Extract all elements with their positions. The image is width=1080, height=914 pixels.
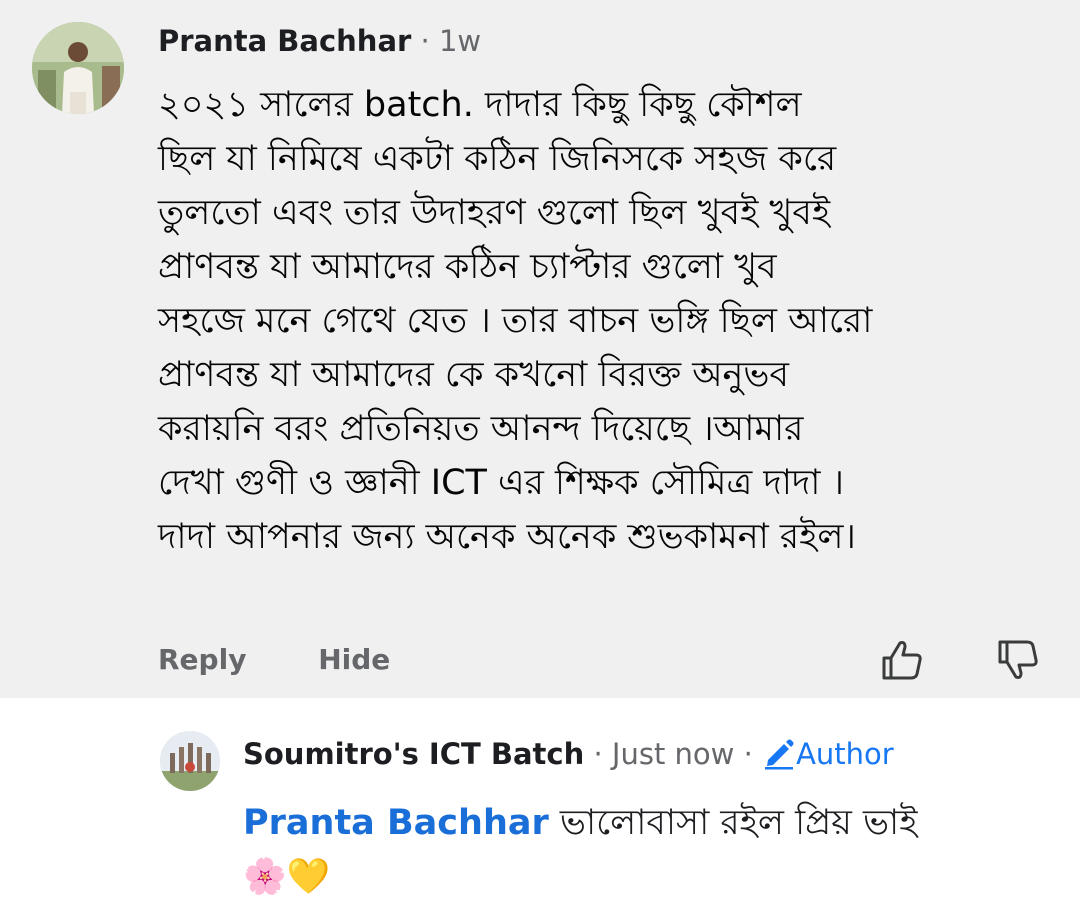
comment-timestamp[interactable]: 1w [439,24,481,58]
comment-line: ২০২১ সালের batch. দাদার কিছু কিছু কৌশল [158,85,802,125]
reply-timestamp[interactable]: Just now [612,737,734,771]
like-icon[interactable] [880,638,924,682]
pencil-icon [765,739,794,770]
reply-author-name[interactable]: Soumitro's ICT Batch [243,737,584,771]
comment-line: তুলতো এবং তার উদাহরণ গুলো ছিল খুবই খুবই [158,193,831,233]
author-badge: Author [796,737,894,771]
comment-line: দেখা গুণী ও জ্ঞানী ICT এর শিক্ষক সৌমিত্র… [158,463,845,503]
reply-button[interactable]: Reply [158,638,246,682]
mention-link[interactable]: Pranta Bachhar [243,803,549,843]
commenter-avatar[interactable] [32,22,124,114]
reply-header: Soumitro's ICT Batch · Just now · Author [243,734,894,774]
comment-header: Pranta Bachhar · 1w [158,22,481,60]
comment-actions: Reply Hide [158,638,452,682]
reply-line: Pranta Bachhar ভালোবাসা রইল প্রিয় ভাই [243,796,1043,850]
comment-line: করায়নি বরং প্রতিনিয়ত আনন্দ দিয়েছে ।আম… [158,409,804,449]
comment-line: প্রাণবন্ত যা আমাদের কে কখনো বিরক্ত অনুভব [158,355,789,395]
commenter-avatar-image [32,22,124,114]
header-separator: · [593,737,603,771]
reply-message: ভালোবাসা রইল প্রিয় ভাই [548,803,918,843]
comment-line: দাদা আপনার জন্য অনেক অনেক শুভকামনা রইল। [158,517,856,557]
commenter-name[interactable]: Pranta Bachhar [158,24,411,58]
comment-text: ২০২১ সালের batch. দাদার কিছু কিছু কৌশল ছ… [158,78,1058,564]
comment-line: প্রাণবন্ত যা আমাদের কঠিন চ্যাপ্টার গুলো … [158,247,777,287]
header-separator: · [420,24,430,58]
reply-emoji: 🌸💛 [243,857,331,897]
page-avatar[interactable] [160,731,220,791]
comment-line: সহজে মনে গেথে যেত । তার বাচন ভঙ্গি ছিল আ… [158,301,873,341]
page-avatar-image [160,731,220,791]
dislike-icon[interactable] [996,638,1040,682]
comment-line: ছিল যা নিমিষে একটা কঠিন জিনিসকে সহজ করে [158,139,837,179]
hide-button[interactable]: Hide [318,638,390,682]
header-separator: · [743,737,753,771]
reply-text: Pranta Bachhar ভালোবাসা রইল প্রিয় ভাই 🌸… [243,796,1043,904]
